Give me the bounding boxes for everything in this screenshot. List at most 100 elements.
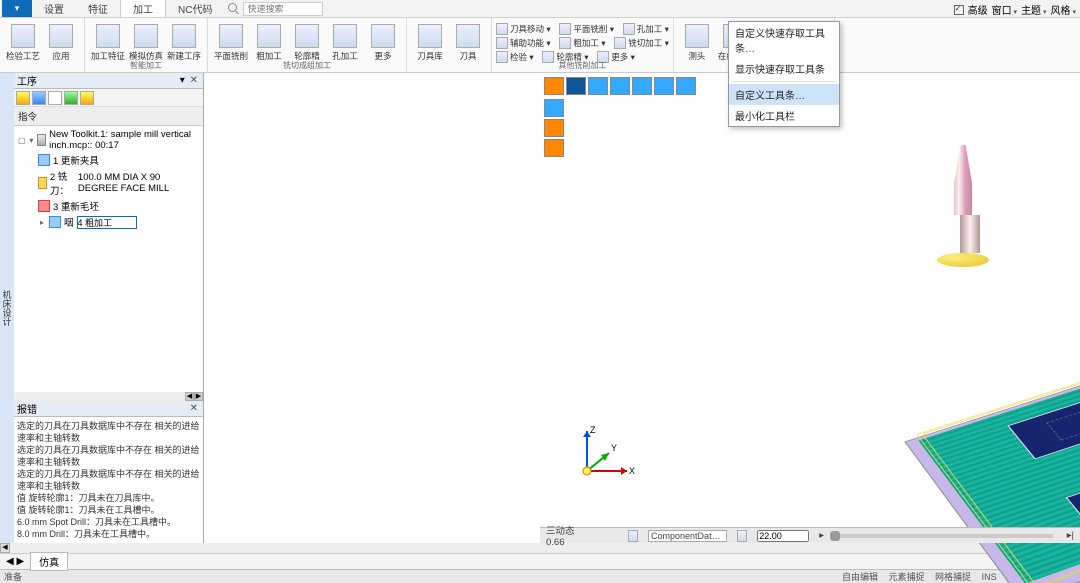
panel-err-title: 报错 [17,401,37,416]
btn-inspect[interactable]: 检验工艺 [4,20,42,62]
viewport-side-toolbar [544,99,564,157]
btn-probe[interactable]: 测头 [678,20,716,62]
btn-facemill[interactable]: 平面铣削 [212,20,250,62]
svg-text:Z: Z [590,425,596,435]
vp-cube-icon[interactable] [544,77,564,95]
axis-gizmo: X Y Z [575,423,635,483]
theme-menu[interactable]: 主题 [1021,2,1046,17]
panel-ops-header: 工序 ▾ ✕ [14,73,203,89]
btn-sim[interactable]: 模拟仿真 [127,20,165,62]
ctx-show-quick[interactable]: 显示快速存取工具条 [729,58,839,79]
vertical-tab-machdesign[interactable]: 机床设计 [0,73,14,543]
bottom-scrollbar[interactable]: ◀▶ [0,543,1080,553]
vp-s3-icon[interactable] [544,139,564,157]
tool-icon [456,24,480,48]
ctx-custom-toolbar[interactable]: 自定义工具条… [729,84,839,105]
vp-shade-icon[interactable] [566,77,586,95]
top-right-controls: 高级 窗口 主题 风格 [954,2,1076,17]
sheet-arrows[interactable]: ◀ ▶ [0,556,24,567]
search-input[interactable] [243,2,323,16]
stock-icon [38,200,50,212]
tb-folder-icon[interactable] [64,91,78,105]
tb-list-icon[interactable] [32,91,46,105]
more-icon [371,24,395,48]
file-menu[interactable]: ▾ [2,0,32,17]
btn-newop[interactable]: 新建工序 [165,20,203,62]
close-ops[interactable]: ✕ [188,75,200,86]
btn-tool-lib[interactable]: 刀具库 [411,20,449,62]
rough-icon [257,24,281,48]
scale-icon[interactable] [737,530,747,542]
tb-tool-icon[interactable] [80,91,94,105]
tree-n2[interactable]: 2 铣刀：100.0 MM DIA X 90 DEGREE FACE MILL [16,168,201,198]
tree-n4[interactable]: ▸咽 [16,214,201,230]
tab-machining[interactable]: 加工 [120,0,166,17]
face-icon [559,23,571,35]
feature-icon [96,24,120,48]
panel-ops-title: 工序 [17,73,37,88]
tree-hscroll[interactable]: ◀▶ [14,392,203,401]
vp-wire-icon[interactable] [588,77,608,95]
tab-nc[interactable]: NC代码 [166,0,224,17]
vp-doc-icon[interactable] [654,77,674,95]
group-other: 其他铣削加工 [492,60,673,71]
advanced-check[interactable] [954,5,964,15]
window-menu[interactable]: 窗口 [992,2,1017,17]
viewport-status: 三动态 0.66 ComponentDat… ▸ ▸| [540,527,1080,543]
ctx-custom-quick[interactable]: 自定义快速存取工具条… [729,22,839,58]
sheet-tab-sim[interactable]: 仿真 [30,552,68,571]
tb-time-icon[interactable] [48,91,62,105]
inspect-icon [11,24,35,48]
profile-icon [295,24,319,48]
vp-home-icon[interactable] [610,77,630,95]
mill-icon [614,37,626,49]
tree-root[interactable]: ▢▾New Toolkit.1: sample mill vertical in… [16,128,201,152]
layer-select[interactable]: ComponentDat… [648,530,727,542]
close-err[interactable]: ✕ [188,403,200,414]
slider-end-icon[interactable]: ▸| [1067,530,1074,541]
btn-apply[interactable]: 应用 [42,20,80,62]
tab-features[interactable]: 特征 [76,0,120,17]
sm-aux[interactable]: 辅助功能 ▾ 粗加工 ▾ 铣切加工 ▾ [496,36,669,49]
section-commands: 指令 [14,107,203,126]
pin-icon[interactable]: ▾ [180,75,185,86]
tree-n3[interactable]: 3 重新毛坯 [16,198,201,214]
panel-err-header: 报错 ✕ [14,401,203,417]
layer-icon[interactable] [628,530,638,542]
vp-s2-icon[interactable] [544,119,564,137]
btn-holes[interactable]: 孔加工 [326,20,364,62]
vp-info-icon[interactable] [676,77,696,95]
style-menu[interactable]: 风格 [1051,2,1076,17]
tab-settings[interactable]: 设置 [32,0,76,17]
btn-profile[interactable]: 轮廓精 [288,20,326,62]
viewport-3d[interactable]: X Y Z 三动态 0.66 ComponentDat… ▸ ▸| [540,73,1080,543]
hole-icon [333,24,357,48]
sim-icon [134,24,158,48]
btn-tool[interactable]: 刀具 [449,20,487,62]
log-line: 选定的刀具在刀具数据库中不存在 相关的进给速率和主轴转数 [17,468,200,492]
quick-search[interactable] [228,0,323,17]
viewport-toolbar [544,77,696,95]
tree-n1[interactable]: 1 更新夹具 [16,152,201,168]
log-line: 值 旋转轮廓1：刀具未在刀具库中。 [17,492,200,504]
toolmove-icon [496,23,508,35]
btn-feature[interactable]: 加工特征 [89,20,127,62]
scale-input[interactable] [757,530,809,542]
btn-more-mill[interactable]: 更多 [364,20,402,62]
tb-refresh-icon[interactable] [16,91,30,105]
vp-s1-icon[interactable] [544,99,564,117]
status-snap[interactable]: 元素捕捉 [889,572,925,582]
mill-tool-icon [38,177,47,189]
ctx-minimize[interactable]: 最小化工具栏 [729,105,839,126]
scroll-left[interactable]: ◀ [0,543,10,553]
time-slider[interactable] [834,534,1053,538]
status-grid[interactable]: 网格捕捉 [935,572,971,582]
sm-toolmove[interactable]: 刀具移动 ▾ 平面铣削 ▾ 孔加工 ▾ [496,22,669,35]
status-edit[interactable]: 自由编辑 [842,572,878,582]
vp-zoom-icon[interactable] [632,77,652,95]
btn-rough[interactable]: 粗加工 [250,20,288,62]
apply-icon [49,24,73,48]
tree-rename-input[interactable] [77,216,137,229]
ops-tree[interactable]: ▢▾New Toolkit.1: sample mill vertical in… [14,126,203,392]
status-ins[interactable]: INS [982,572,997,582]
